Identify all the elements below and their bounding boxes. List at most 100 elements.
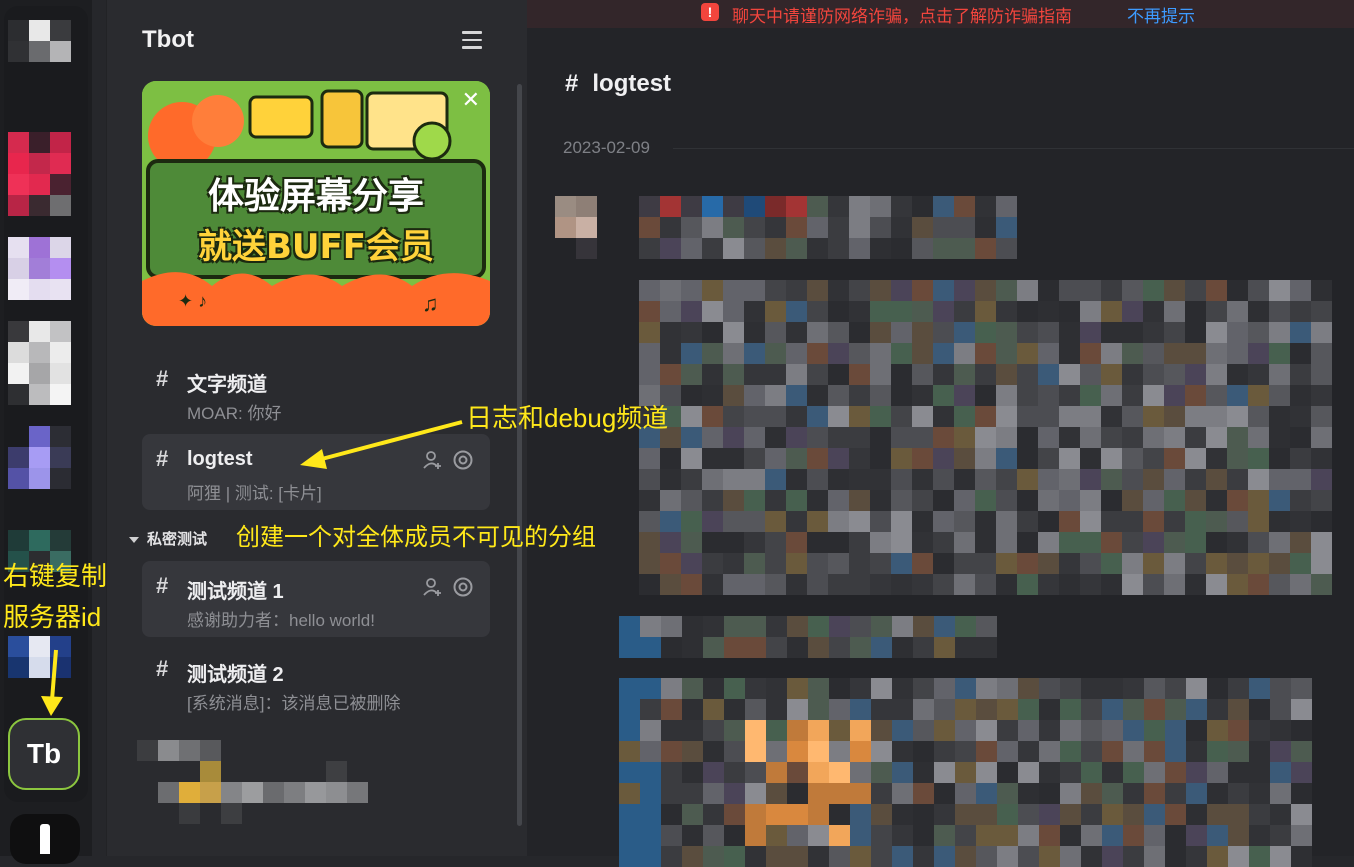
close-icon[interactable]: ✕	[462, 87, 480, 113]
blurred-pixel	[724, 825, 745, 846]
notice-dismiss-link[interactable]: 不再提示	[1127, 2, 1195, 27]
blurred-pixel	[954, 553, 975, 574]
blurred-pixel	[766, 616, 787, 637]
blurred-pixel	[828, 574, 849, 595]
blurred-pixel	[723, 217, 744, 238]
blurred-pixel	[891, 532, 912, 553]
blurred-pixel	[1018, 741, 1039, 762]
menu-icon[interactable]	[462, 31, 482, 49]
blurred-pixel	[807, 490, 828, 511]
blurred-pixel	[745, 762, 766, 783]
blurred-pixel	[828, 406, 849, 427]
blurred-pixel	[1227, 553, 1248, 574]
blurred-pixel	[1249, 762, 1270, 783]
blurred-pixel	[1017, 322, 1038, 343]
blurred-pixel	[1290, 469, 1311, 490]
blurred-pixel	[1081, 825, 1102, 846]
user-panel[interactable]	[137, 740, 377, 840]
blurred-pixel	[1123, 678, 1144, 699]
blurred-pixel	[640, 699, 661, 720]
blurred-pixel	[892, 699, 913, 720]
blurred-pixel	[871, 783, 892, 804]
blurred-pixel	[1186, 678, 1207, 699]
server-name[interactable]: Tbot	[142, 26, 194, 54]
blurred-pixel	[1018, 699, 1039, 720]
blurred-pixel	[934, 699, 955, 720]
blurred-pixel	[1059, 385, 1080, 406]
blurred-pixel	[1185, 364, 1206, 385]
blurred-pixel	[996, 574, 1017, 595]
blurred-pixel	[954, 343, 975, 364]
blurred-pixel	[870, 343, 891, 364]
blurred-pixel	[1291, 762, 1312, 783]
date-divider	[673, 148, 1354, 149]
blurred-pixel	[1248, 469, 1269, 490]
blurred-pixel	[1038, 301, 1059, 322]
blurred-pixel	[1059, 322, 1080, 343]
blurred-pixel	[892, 637, 913, 658]
sidebar-scrollbar[interactable]	[517, 84, 522, 826]
blurred-pixel	[787, 825, 808, 846]
blurred-pixel	[1228, 783, 1249, 804]
notice-text[interactable]: 聊天中请谨防网络诈骗，点击了解防诈骗指南	[732, 2, 1072, 27]
blurred-pixel	[954, 469, 975, 490]
server-icon-tbot[interactable]: Tb	[8, 718, 80, 790]
blurred-pixel	[829, 762, 850, 783]
blurred-pixel	[744, 217, 765, 238]
blurred-pixel	[807, 364, 828, 385]
settings-icon[interactable]	[452, 576, 474, 598]
blurred-pixel	[829, 783, 850, 804]
blurred-pixel	[1269, 511, 1290, 532]
server-icon-bottom[interactable]	[10, 814, 80, 864]
blurred-pixel	[870, 469, 891, 490]
blurred-pixel	[702, 322, 723, 343]
blurred-pixel	[1144, 699, 1165, 720]
blurred-pixel	[1122, 385, 1143, 406]
blurred-pixel	[954, 448, 975, 469]
settings-icon[interactable]	[452, 449, 474, 471]
promo-banner[interactable]: ✦ ♪ ♫ ✕ 体验屏幕分享 就送BUFF会员	[142, 81, 490, 326]
blurred-pixel	[1165, 699, 1186, 720]
blurred-pixel	[807, 511, 828, 532]
blurred-pixel	[1269, 532, 1290, 553]
blurred-pixel	[1081, 846, 1102, 867]
blurred-pixel	[1248, 301, 1269, 322]
channel-text[interactable]: # 文字频道 MOAR: 你好	[142, 354, 490, 430]
blurred-pixel	[1206, 448, 1227, 469]
blurred-pixel	[1185, 301, 1206, 322]
channel-logtest[interactable]: # logtest 阿狸 | 测试: [卡片]	[142, 434, 490, 510]
blurred-pixel	[1165, 678, 1186, 699]
blurred-pixel	[912, 238, 933, 259]
blurred-pixel	[807, 469, 828, 490]
svg-text:✦ ♪: ✦ ♪	[178, 291, 207, 311]
blurred-pixel	[765, 364, 786, 385]
server-icon-3[interactable]	[8, 237, 72, 301]
blurred-pixel	[849, 196, 870, 217]
invite-user-icon[interactable]	[422, 576, 444, 598]
channel-test-2[interactable]: # 测试频道 2 [系统消息]：该消息已被删除	[142, 644, 490, 720]
server-icon-4[interactable]	[8, 321, 72, 405]
server-icon-2[interactable]	[8, 132, 72, 218]
blurred-pixel	[787, 783, 808, 804]
server-icon-7[interactable]	[8, 636, 72, 700]
blurred-pixel	[975, 427, 996, 448]
invite-user-icon[interactable]	[422, 449, 444, 471]
blurred-pixel	[850, 616, 871, 637]
channel-group-private[interactable]: 私密测试	[129, 528, 207, 549]
blurred-pixel	[1038, 574, 1059, 595]
blurred-pixel	[849, 511, 870, 532]
blurred-pixel	[1249, 804, 1270, 825]
blurred-pixel	[933, 364, 954, 385]
blurred-pixel	[1039, 741, 1060, 762]
server-icon-5[interactable]	[8, 426, 72, 490]
blurred-pixel	[1123, 846, 1144, 867]
blurred-pixel	[996, 217, 1017, 238]
blurred-pixel	[1059, 532, 1080, 553]
blurred-pixel	[1081, 699, 1102, 720]
server-icon-1[interactable]	[8, 20, 72, 84]
blurred-pixel	[1017, 406, 1038, 427]
channel-test-1[interactable]: # 测试频道 1 感谢助力者：hello world!	[142, 561, 490, 637]
blurred-pixel	[1206, 301, 1227, 322]
blurred-pixel	[807, 427, 828, 448]
blurred-pixel	[744, 553, 765, 574]
